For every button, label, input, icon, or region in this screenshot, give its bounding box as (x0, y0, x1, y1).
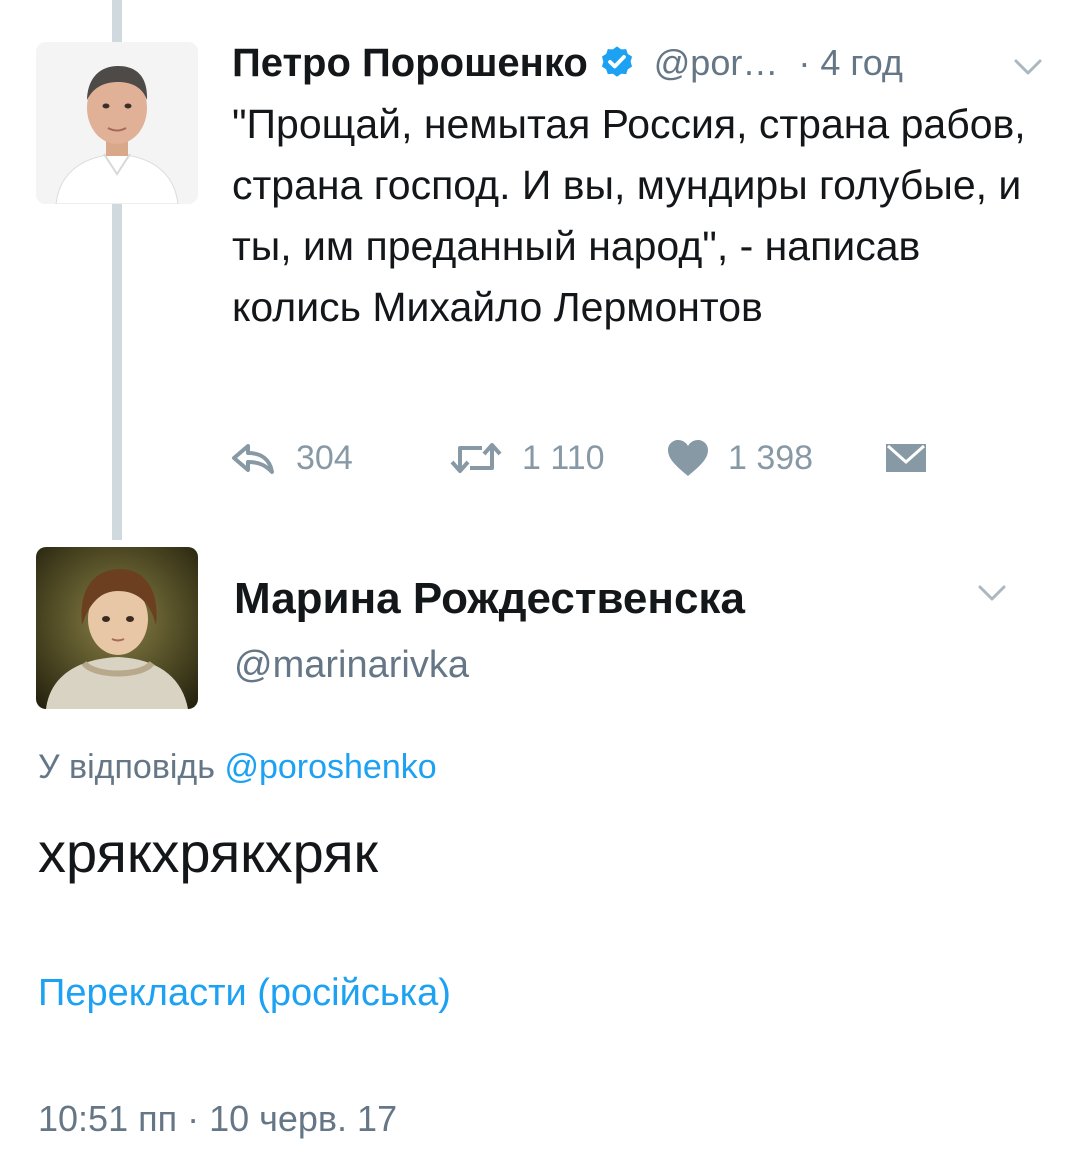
heart-icon (668, 440, 708, 476)
avatar[interactable] (36, 547, 198, 709)
like-count: 1 398 (728, 438, 814, 477)
reply-author-handle[interactable]: @marinarivka (234, 644, 469, 687)
author-name[interactable]: Петро Порошенко (232, 41, 588, 86)
verified-badge-icon (598, 44, 636, 82)
chevron-down-icon[interactable] (1008, 52, 1048, 82)
direct-message-button[interactable] (884, 440, 928, 476)
author-handle[interactable]: @por… (654, 42, 779, 84)
translate-link[interactable]: Перекласти (російська) (38, 972, 451, 1015)
reply-tweet-text: хрякхрякхряк (38, 821, 379, 884)
avatar[interactable] (36, 42, 198, 204)
retweet-count: 1 110 (522, 438, 605, 477)
tweet-timestamp: 10:51 пп · 10 черв. 17 (38, 1098, 398, 1139)
retweet-icon (450, 443, 502, 473)
tweet-actions: 304 1 110 1 398 (228, 432, 928, 484)
like-button[interactable]: 1 398 (666, 438, 884, 478)
tweet-header: Петро Порошенко @por… · 4 год (232, 38, 903, 88)
envelope-icon (886, 444, 926, 472)
chevron-down-icon[interactable] (972, 578, 1012, 608)
tweet-text: "Прощай, немытая Россия, страна рабов, с… (232, 101, 1026, 330)
replying-to-mention-link[interactable]: @poroshenko (224, 748, 436, 786)
person-portrait-icon (36, 547, 198, 709)
replying-to-label: У відповідь (38, 748, 215, 786)
replying-to: У відповідь @poroshenko (38, 748, 437, 787)
person-portrait-icon (36, 42, 198, 204)
reply-count: 304 (296, 438, 353, 477)
reply-icon (232, 444, 274, 474)
tweet-time[interactable]: · 4 год (798, 42, 903, 84)
reply-button[interactable]: 304 (228, 439, 448, 478)
retweet-button[interactable]: 1 110 (448, 439, 666, 478)
reply-author-name[interactable]: Марина Рождественска (234, 574, 745, 624)
